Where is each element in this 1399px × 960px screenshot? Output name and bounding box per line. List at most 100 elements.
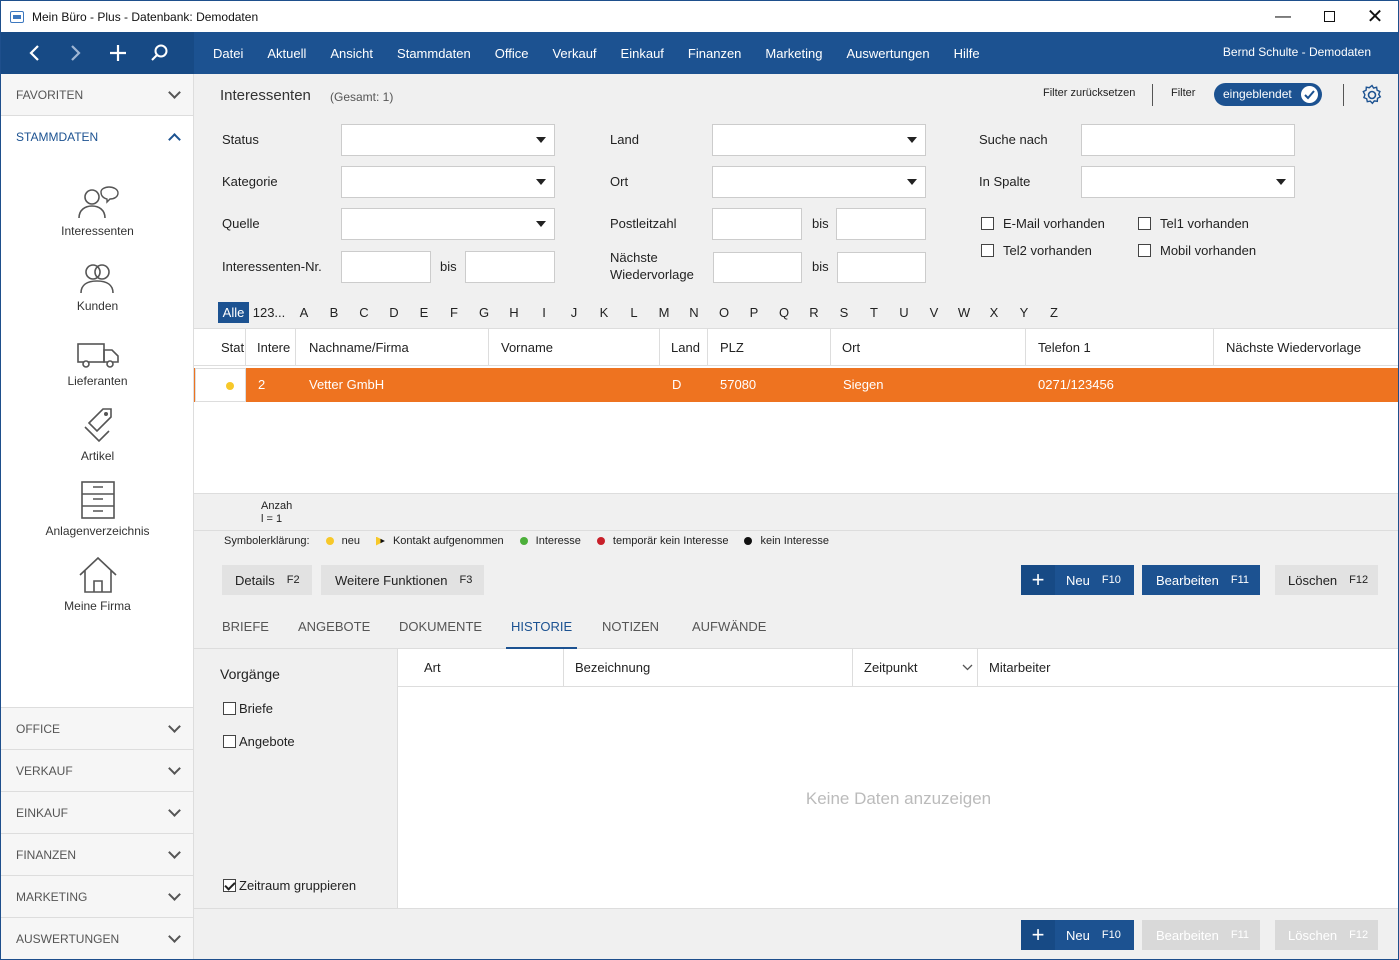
plz-to-input[interactable] xyxy=(836,208,926,240)
tab-briefe[interactable]: BRIEFE xyxy=(222,605,269,649)
alpha-letter[interactable]: G xyxy=(469,305,499,320)
details-button[interactable]: Details F2 xyxy=(222,565,312,595)
alpha-letter[interactable]: Z xyxy=(1039,305,1069,320)
alpha-letter[interactable]: V xyxy=(919,305,949,320)
menu-datei[interactable]: Datei xyxy=(201,46,255,61)
spalte-select[interactable] xyxy=(1081,166,1295,198)
col-wiedervorlage[interactable]: Nächste Wiedervorlage xyxy=(1214,329,1398,366)
alpha-letter[interactable]: P xyxy=(739,305,769,320)
maximize-icon[interactable] xyxy=(1306,1,1352,32)
new-history-button[interactable]: + Neu F10 xyxy=(1021,920,1134,950)
close-icon[interactable]: ✕ xyxy=(1352,1,1398,32)
sidebar-item-meine-firma[interactable]: Meine Firma xyxy=(1,555,194,613)
col-status[interactable]: Stat xyxy=(194,329,246,366)
sidebar-item-anlagenverzeichnis[interactable]: Anlagenverzeichnis xyxy=(1,480,194,538)
menu-auswertungen[interactable]: Auswertungen xyxy=(834,46,941,61)
col-land[interactable]: Land xyxy=(660,329,708,366)
sidebar-item-artikel[interactable]: Artikel xyxy=(1,407,194,463)
alpha-letter[interactable]: H xyxy=(499,305,529,320)
alpha-letter[interactable]: K xyxy=(589,305,619,320)
sidebar-section-marketing[interactable]: MARKETING xyxy=(1,876,193,918)
ort-select[interactable] xyxy=(712,166,926,198)
menu-marketing[interactable]: Marketing xyxy=(753,46,834,61)
alpha-all[interactable]: Alle xyxy=(218,301,249,323)
email-checkbox[interactable] xyxy=(981,217,994,230)
col-bezeichnung[interactable]: Bezeichnung xyxy=(564,649,853,687)
delete-history-button[interactable]: Löschen F12 xyxy=(1275,920,1379,950)
col-ort[interactable]: Ort xyxy=(831,329,1026,366)
sidebar-section-auswertungen[interactable]: AUSWERTUNGEN xyxy=(1,918,193,959)
alpha-letter[interactable]: F xyxy=(439,305,469,320)
quelle-select[interactable] xyxy=(341,208,555,240)
alpha-num[interactable]: 123... xyxy=(249,305,289,320)
col-plz[interactable]: PLZ xyxy=(708,329,831,366)
tab-angebote[interactable]: ANGEBOTE xyxy=(298,605,370,649)
delete-button[interactable]: Löschen F12 xyxy=(1275,565,1379,595)
plz-from-input[interactable] xyxy=(712,208,802,240)
wiedervorlage-to-input[interactable] xyxy=(837,252,926,283)
col-mitarbeiter[interactable]: Mitarbeiter xyxy=(978,649,1398,687)
alpha-letter[interactable]: X xyxy=(979,305,1009,320)
menu-verkauf[interactable]: Verkauf xyxy=(540,46,608,61)
col-zeitpunkt[interactable]: Zeitpunkt xyxy=(853,649,978,687)
kategorie-select[interactable] xyxy=(341,166,555,198)
edit-button[interactable]: Bearbeiten F11 xyxy=(1142,565,1261,595)
sidebar-section-verkauf[interactable]: VERKAUF xyxy=(1,750,193,792)
alpha-letter[interactable]: B xyxy=(319,305,349,320)
col-nr[interactable]: Intere xyxy=(246,329,296,366)
sidebar-section-favoriten[interactable]: FAVORITEN xyxy=(1,74,193,116)
alpha-letter[interactable]: J xyxy=(559,305,589,320)
tab-aufwaende[interactable]: AUFWÄNDE xyxy=(692,605,766,649)
sidebar-item-kunden[interactable]: Kunden xyxy=(1,261,194,313)
alpha-letter[interactable]: N xyxy=(679,305,709,320)
sidebar-item-lieferanten[interactable]: Lieferanten xyxy=(1,336,194,388)
sidebar-section-einkauf[interactable]: EINKAUF xyxy=(1,792,193,834)
col-telefon[interactable]: Telefon 1 xyxy=(1026,329,1214,366)
back-icon[interactable] xyxy=(13,32,55,74)
sidebar-item-interessenten[interactable]: Interessenten xyxy=(1,186,194,238)
nr-to-input[interactable] xyxy=(465,251,555,283)
alpha-letter[interactable]: W xyxy=(949,305,979,320)
sidebar-section-office[interactable]: OFFICE xyxy=(1,708,193,750)
forward-icon[interactable] xyxy=(55,32,97,74)
angebote-checkbox[interactable] xyxy=(223,735,236,748)
gruppieren-checkbox[interactable] xyxy=(223,879,236,892)
sidebar-section-finanzen[interactable]: FINANZEN xyxy=(1,834,193,876)
menu-finanzen[interactable]: Finanzen xyxy=(676,46,753,61)
alpha-letter[interactable]: I xyxy=(529,305,559,320)
col-art[interactable]: Art xyxy=(398,649,564,687)
menu-aktuell[interactable]: Aktuell xyxy=(255,46,318,61)
menu-ansicht[interactable]: Ansicht xyxy=(318,46,385,61)
alpha-letter[interactable]: R xyxy=(799,305,829,320)
alpha-letter[interactable]: E xyxy=(409,305,439,320)
wiedervorlage-from-input[interactable] xyxy=(713,252,802,283)
alpha-letter[interactable]: Y xyxy=(1009,305,1039,320)
settings-gear-icon[interactable] xyxy=(1361,84,1383,109)
mobil-checkbox[interactable] xyxy=(1138,244,1151,257)
more-functions-button[interactable]: Weitere Funktionen F3 xyxy=(321,565,485,595)
alpha-letter[interactable]: C xyxy=(349,305,379,320)
tab-dokumente[interactable]: DOKUMENTE xyxy=(399,605,482,649)
menu-office[interactable]: Office xyxy=(483,46,541,61)
alpha-letter[interactable]: U xyxy=(889,305,919,320)
briefe-checkbox[interactable] xyxy=(223,702,236,715)
add-icon[interactable] xyxy=(97,32,139,74)
edit-history-button[interactable]: Bearbeiten F11 xyxy=(1142,920,1261,950)
alpha-letter[interactable]: O xyxy=(709,305,739,320)
land-select[interactable] xyxy=(712,124,926,156)
alpha-letter[interactable]: M xyxy=(649,305,679,320)
alpha-letter[interactable]: T xyxy=(859,305,889,320)
tab-historie[interactable]: HISTORIE xyxy=(506,605,578,649)
alpha-letter[interactable]: L xyxy=(619,305,649,320)
table-row[interactable]: 2 Vetter GmbH D 57080 Siegen 0271/123456 xyxy=(194,368,1398,402)
menu-stammdaten[interactable]: Stammdaten xyxy=(385,46,483,61)
filter-toggle[interactable]: eingeblendet xyxy=(1214,83,1322,106)
alpha-letter[interactable]: D xyxy=(379,305,409,320)
tel2-checkbox[interactable] xyxy=(981,244,994,257)
tab-notizen[interactable]: NOTIZEN xyxy=(602,605,659,649)
col-vorname[interactable]: Vorname xyxy=(489,329,660,366)
search-icon[interactable] xyxy=(139,32,181,74)
search-input[interactable] xyxy=(1081,124,1295,156)
tel1-checkbox[interactable] xyxy=(1138,217,1151,230)
alpha-letter[interactable]: A xyxy=(289,305,319,320)
